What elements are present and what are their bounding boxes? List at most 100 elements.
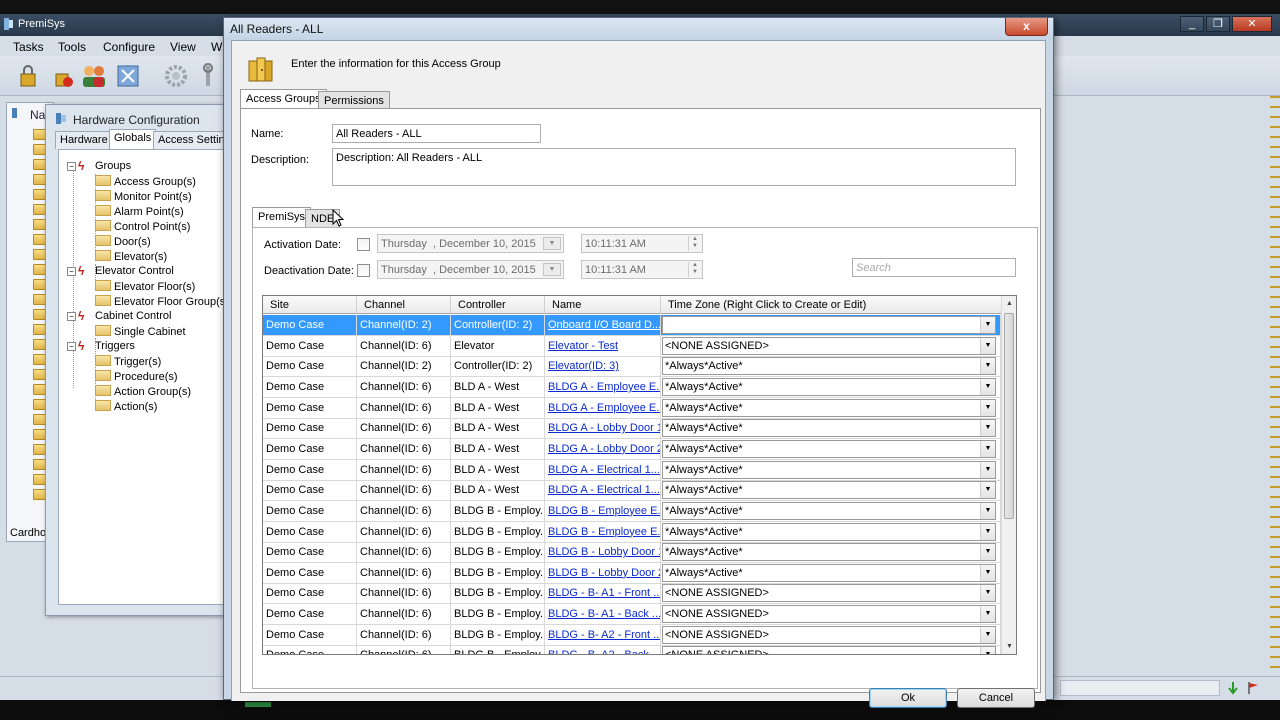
time-zone-select[interactable]: *Always*Active* ▼ [662, 501, 996, 520]
cell-time-zone[interactable]: <NONE ASSIGNED> ▼ [661, 624, 1001, 645]
chevron-down-icon[interactable]: ▼ [980, 378, 995, 395]
column-header-time-zone[interactable]: Time Zone (Right Click to Create or Edit… [661, 296, 1001, 314]
calendar-dropdown-icon[interactable]: ▼ [543, 263, 561, 276]
scroll-up-icon[interactable]: ▲ [1002, 296, 1016, 311]
time-zone-select[interactable]: *Always*Active* ▼ [662, 460, 996, 479]
chevron-down-icon[interactable]: ▼ [980, 317, 995, 333]
tree-node-action-groups[interactable]: Action Group(s) [95, 385, 191, 398]
cell-name[interactable]: BLDG A - Electrical 1... [545, 480, 661, 501]
cell-name[interactable]: BLDG - B- A2 - Front ... [545, 624, 661, 645]
time-zone-select[interactable]: *Always*Active* ▼ [662, 481, 996, 500]
time-zone-select[interactable]: *Always*Active* ▼ [662, 419, 996, 438]
chevron-down-icon[interactable]: ▼ [980, 440, 995, 457]
table-row[interactable]: Demo Case Channel(ID: 2) Controller(ID: 2)… [263, 356, 1001, 378]
cell-name[interactable]: BLDG A - Electrical 1... [545, 459, 661, 480]
column-header-controller[interactable]: Controller [451, 296, 545, 314]
time-zone-select[interactable]: *Always*Active* ▼ [662, 563, 996, 582]
cell-time-zone[interactable]: *Always*Active* ▼ [661, 376, 1001, 397]
chevron-down-icon[interactable]: ▼ [980, 585, 995, 602]
time-zone-select[interactable]: *Always*Active* ▼ [662, 543, 996, 562]
cell-time-zone[interactable]: <NONE ASSIGNED> ▼ [661, 583, 1001, 604]
table-row[interactable]: Demo Case Channel(ID: 6) Elevator Elevator … [263, 335, 1001, 357]
time-zone-select[interactable]: *Always*Active* ▼ [662, 398, 996, 417]
tools-icon[interactable] [198, 62, 218, 90]
dialog-close-button[interactable]: x [1005, 18, 1048, 36]
time-zone-select[interactable]: *Always*Active* ▼ [662, 357, 996, 376]
unlock-alarm-icon[interactable] [48, 62, 76, 90]
cardholder-label[interactable]: Cardhol [10, 527, 49, 539]
menu-configure[interactable]: Configure [103, 40, 155, 54]
chevron-down-icon[interactable]: ▼ [980, 337, 995, 354]
menu-tools[interactable]: Tools [58, 40, 86, 54]
cell-time-zone[interactable]: <NONE ASSIGNED> ▼ [661, 645, 1001, 654]
table-row[interactable]: Demo Case Channel(ID: 6) BLD A - West BLDG … [263, 418, 1001, 440]
collapse-icon[interactable]: − [67, 342, 76, 351]
tree-node-elevator-floors[interactable]: Elevator Floor(s) [95, 280, 195, 293]
table-row[interactable]: Demo CaseChannel(ID: 6)BLDG B - Employ..… [263, 542, 1001, 564]
time-zone-select[interactable]: <NONE ASSIGNED> ▼ [662, 584, 996, 603]
tree-node-elevator-control[interactable]: − ϟ Elevator Control [67, 265, 174, 277]
time-zone-select[interactable]: *Always*Active* ▼ [662, 522, 996, 541]
cell-name[interactable]: BLDG B - Lobby Door 1 [545, 542, 661, 563]
cell-name[interactable]: BLDG B - Lobby Door 2 [545, 562, 661, 583]
time-zone-select[interactable]: <NONE ASSIGNED> ▼ [662, 625, 996, 644]
column-header-site[interactable]: Site [263, 296, 357, 314]
description-field[interactable]: Description: All Readers - ALL [332, 148, 1016, 186]
app-minimize-button[interactable]: _ [1180, 16, 1204, 32]
cell-name[interactable]: BLDG - B- A1 - Front ... [545, 583, 661, 604]
chevron-down-icon[interactable]: ▼ [980, 399, 995, 416]
tree-node-access-groups[interactable]: Access Group(s) [95, 175, 196, 188]
cell-name[interactable]: Onboard I/O Board D... [545, 315, 661, 335]
menu-window[interactable]: W [211, 40, 222, 54]
chevron-down-icon[interactable]: ▼ [980, 606, 995, 623]
chevron-down-icon[interactable]: ▼ [980, 482, 995, 499]
tree-node-control-points[interactable]: Control Point(s) [95, 220, 190, 233]
chevron-down-icon[interactable]: ▼ [980, 523, 995, 540]
activation-time-field[interactable]: 10:11:31 AM ▲ ▼ [581, 234, 703, 253]
time-spinner-icon[interactable]: ▲ ▼ [688, 236, 701, 251]
cell-time-zone[interactable]: <NONE ASSIGNED> ▼ [661, 604, 1001, 625]
menu-tasks[interactable]: Tasks [13, 40, 44, 54]
time-zone-select[interactable]: <NONE ASSIGNED> ▼ [662, 605, 996, 624]
tree-node-doors[interactable]: Door(s) [95, 235, 151, 248]
tree-node-trigger-items[interactable]: Trigger(s) [95, 355, 161, 368]
table-row[interactable]: Demo Case Channel(ID: 6) BLD A - West BLDG … [263, 397, 1001, 419]
table-row[interactable]: Demo CaseChannel(ID: 6)BLDG B - Employ..… [263, 583, 1001, 605]
table-row[interactable]: Demo CaseChannel(ID: 6)BLDG B - Employ..… [263, 521, 1001, 543]
column-header-channel[interactable]: Channel [357, 296, 451, 314]
cell-time-zone[interactable]: *Always*Active* ▼ [661, 562, 1001, 583]
tab-premisys[interactable]: PremiSys [252, 207, 312, 228]
cell-name[interactable]: BLDG B - Employee E... [545, 521, 661, 542]
menu-view[interactable]: View [170, 40, 196, 54]
tree-node-actions[interactable]: Action(s) [95, 400, 157, 413]
time-zone-select[interactable]: <NONE ASSIGNED> ▼ [662, 646, 996, 654]
tab-access-groups[interactable]: Access Groups [240, 89, 327, 110]
scroll-down-icon[interactable]: ▼ [1002, 639, 1016, 654]
chevron-down-icon[interactable]: ▼ [980, 502, 995, 519]
ok-button[interactable]: Ok [869, 688, 947, 708]
time-spinner-icon[interactable]: ▲ ▼ [688, 262, 701, 277]
table-row[interactable]: Demo CaseChannel(ID: 6)BLDG B - Employ..… [263, 624, 1001, 646]
cell-name[interactable]: BLDG - B- A1 - Back ... [545, 604, 661, 625]
cell-name[interactable]: BLDG A - Employee E... [545, 397, 661, 418]
cell-time-zone[interactable]: *Always*Active* ▼ [661, 459, 1001, 480]
chevron-down-icon[interactable]: ▼ [980, 544, 995, 561]
cell-name[interactable]: BLDG A - Lobby Door 1 [545, 418, 661, 439]
tree-node-single-cabinet[interactable]: Single Cabinet [95, 325, 186, 338]
tree-node-monitor-points[interactable]: Monitor Point(s) [95, 190, 192, 203]
time-zone-select[interactable]: <NONE ASSIGNED> ▼ [662, 336, 996, 355]
chevron-down-icon[interactable]: ▼ [980, 647, 995, 654]
chevron-down-icon[interactable]: ▼ [980, 564, 995, 581]
time-zone-select[interactable]: *Always*Active* ▼ [662, 316, 996, 334]
tree-node-procedures[interactable]: Procedure(s) [95, 370, 178, 383]
activation-date-picker[interactable]: Thursday , December 10, 2015 ▼ [377, 234, 564, 253]
app-close-button[interactable]: ✕ [1232, 16, 1272, 32]
deactivation-time-field[interactable]: 10:11:31 AM ▲ ▼ [581, 260, 703, 279]
settings-gear-icon[interactable] [162, 62, 190, 90]
cell-time-zone[interactable]: *Always*Active* ▼ [661, 315, 1001, 335]
chevron-down-icon[interactable]: ▼ [980, 626, 995, 643]
table-row[interactable]: Demo Case Channel(ID: 6) BLD A - West BLDG … [263, 480, 1001, 502]
cell-name[interactable]: BLDG - B- A2 - Back ... [545, 645, 661, 654]
table-row[interactable]: Demo Case Channel(ID: 6) BLD A - West BLDG … [263, 438, 1001, 460]
table-row[interactable]: Demo Case Channel(ID: 6) BLD A - West BLDG … [263, 376, 1001, 398]
